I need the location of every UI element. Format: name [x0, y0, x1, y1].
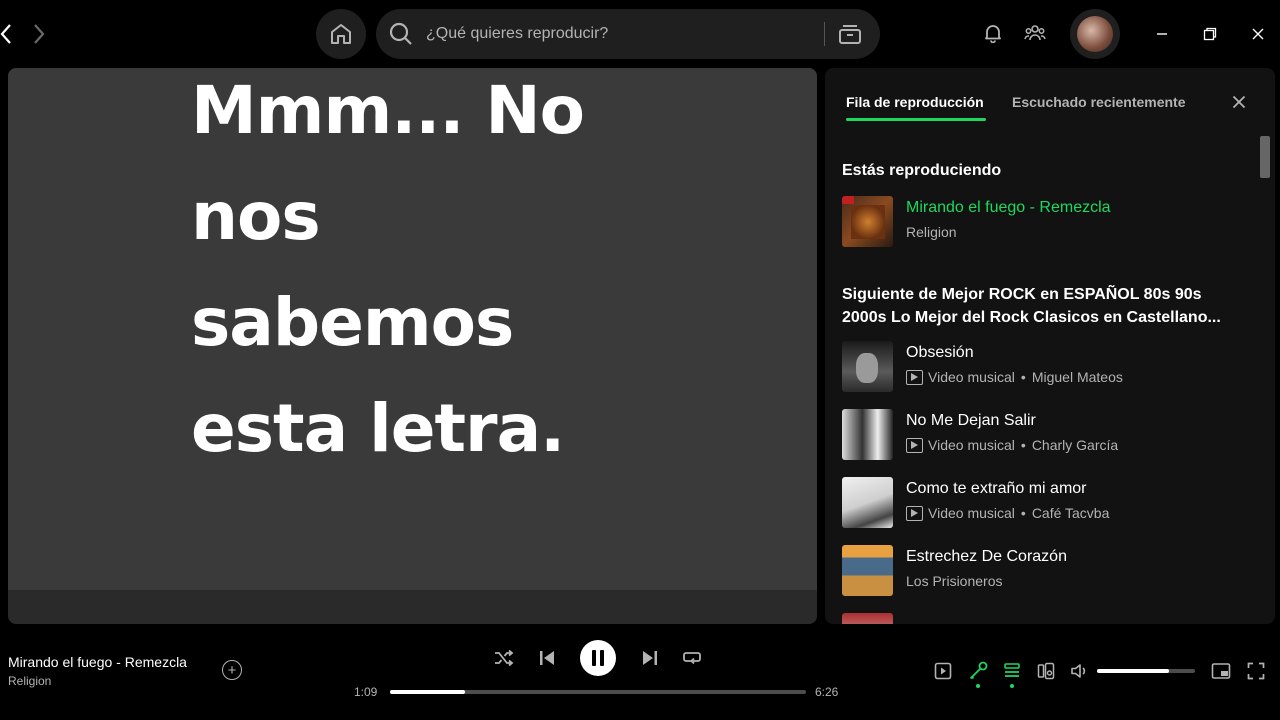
media-type: Video musical	[928, 369, 1015, 385]
now-playing-view-icon[interactable]	[932, 660, 954, 682]
track-meta: Video musical • Charly García	[906, 437, 1118, 453]
track-meta: Los Prisioneros	[906, 573, 1003, 589]
queue-item-partial[interactable]	[842, 613, 1242, 624]
progress-bar[interactable]	[390, 690, 806, 694]
next-up-heading[interactable]: Siguiente de Mejor ROCK en ESPAÑOL 80s 9…	[842, 283, 1242, 329]
video-icon	[906, 369, 923, 385]
track-meta: Video musical • Café Tacvba	[906, 505, 1109, 521]
now-playing-artist[interactable]: Religion	[8, 674, 51, 688]
fullscreen-icon[interactable]	[1245, 660, 1267, 682]
back-arrow-icon[interactable]	[0, 20, 16, 48]
forward-arrow-icon[interactable]	[29, 20, 49, 48]
separator-dot: •	[1020, 369, 1026, 385]
queue-icon[interactable]	[1001, 660, 1023, 682]
queue-item[interactable]: Obsesión Video musical • Miguel Mateos	[842, 341, 1242, 393]
track-title[interactable]: Mirando el fuego - Remezcla	[906, 199, 1111, 217]
search-bar[interactable]	[376, 9, 880, 59]
video-icon	[906, 505, 923, 521]
repeat-icon[interactable]	[680, 646, 704, 670]
lyric-line: nos	[191, 178, 321, 255]
home-button[interactable]	[316, 9, 366, 59]
lyrics-panel: Mmm... No nos sabemos esta letra.	[8, 68, 817, 590]
track-title[interactable]: No Me Dejan Salir	[906, 412, 1036, 430]
media-type: Video musical	[928, 505, 1015, 521]
volume-slider[interactable]	[1097, 669, 1195, 673]
queue-item[interactable]: Estrechez De Corazón Los Prisioneros	[842, 545, 1242, 597]
shuffle-icon[interactable]	[492, 646, 516, 670]
artist-label[interactable]: Charly García	[1032, 437, 1118, 453]
queue-item[interactable]: No Me Dejan Salir Video musical • Charly…	[842, 409, 1242, 461]
volume-icon[interactable]	[1069, 660, 1091, 682]
minimize-icon[interactable]	[1148, 20, 1176, 48]
album-art	[842, 613, 893, 624]
pause-icon	[592, 650, 604, 666]
pause-button[interactable]	[580, 640, 616, 676]
browse-icon[interactable]	[836, 21, 864, 47]
search-divider	[824, 22, 825, 46]
queue-scrollbar[interactable]	[1260, 136, 1270, 178]
top-bar	[0, 0, 1280, 66]
avatar	[1077, 16, 1113, 52]
now-playing-title[interactable]: Mirando el fuego - Remezcla	[8, 654, 187, 670]
restore-icon[interactable]	[1196, 20, 1224, 48]
lyric-line: esta letra.	[191, 390, 565, 467]
close-window-icon[interactable]	[1244, 20, 1272, 48]
friends-activity-icon[interactable]	[1024, 22, 1046, 44]
artist-label[interactable]: Los Prisioneros	[906, 573, 1003, 589]
next-icon[interactable]	[638, 646, 662, 670]
album-art	[842, 477, 893, 528]
add-to-library-icon[interactable]: +	[222, 660, 242, 680]
album-art	[842, 341, 893, 392]
now-playing-track[interactable]: Mirando el fuego - Remezcla Religion	[842, 196, 1242, 248]
track-title[interactable]: Como te extraño mi amor	[906, 480, 1087, 498]
separator-dot: •	[1020, 505, 1026, 521]
queue-item[interactable]: Como te extraño mi amor Video musical • …	[842, 477, 1242, 529]
artist-label[interactable]: Miguel Mateos	[1032, 369, 1123, 385]
search-input[interactable]	[426, 25, 806, 43]
lyrics-icon[interactable]	[967, 660, 989, 682]
track-meta: Video musical • Miguel Mateos	[906, 369, 1123, 385]
album-art	[842, 545, 893, 596]
elapsed-time: 1:09	[354, 685, 378, 699]
tab-active-indicator	[846, 118, 986, 121]
queue-active-dot	[1010, 684, 1014, 688]
artist-label[interactable]: Religion	[906, 224, 957, 240]
progress-fill	[390, 690, 465, 694]
volume-fill	[1097, 669, 1169, 673]
connect-device-icon[interactable]	[1035, 660, 1057, 682]
tab-recently-played[interactable]: Escuchado recientemente	[1012, 94, 1186, 110]
miniplayer-icon[interactable]	[1210, 660, 1232, 682]
close-queue-icon[interactable]	[1229, 92, 1249, 112]
lyric-line: Mmm... No	[191, 72, 585, 149]
lyric-line: sabemos	[191, 284, 514, 361]
separator-dot: •	[1020, 437, 1026, 453]
artist-label[interactable]: Café Tacvba	[1032, 505, 1110, 521]
tab-queue[interactable]: Fila de reproducción	[846, 94, 984, 110]
player-bar: Mirando el fuego - Remezcla Religion + 1…	[0, 628, 1280, 720]
track-title[interactable]: Estrechez De Corazón	[906, 548, 1067, 566]
album-art	[842, 196, 893, 247]
video-icon	[906, 437, 923, 453]
lyrics-footer	[8, 590, 817, 624]
lyrics-active-dot	[976, 684, 980, 688]
media-type: Video musical	[928, 437, 1015, 453]
now-playing-heading: Estás reproduciendo	[842, 162, 1002, 179]
album-art	[842, 409, 893, 460]
queue-panel: Fila de reproducción Escuchado recientem…	[825, 68, 1275, 624]
total-time: 6:26	[815, 685, 839, 699]
bell-icon[interactable]	[982, 22, 1004, 44]
search-icon	[388, 21, 414, 47]
home-icon	[331, 24, 351, 44]
previous-icon[interactable]	[535, 646, 559, 670]
track-artist: Religion	[906, 224, 957, 240]
user-menu-button[interactable]	[1070, 9, 1120, 59]
track-title[interactable]: Obsesión	[906, 344, 974, 362]
